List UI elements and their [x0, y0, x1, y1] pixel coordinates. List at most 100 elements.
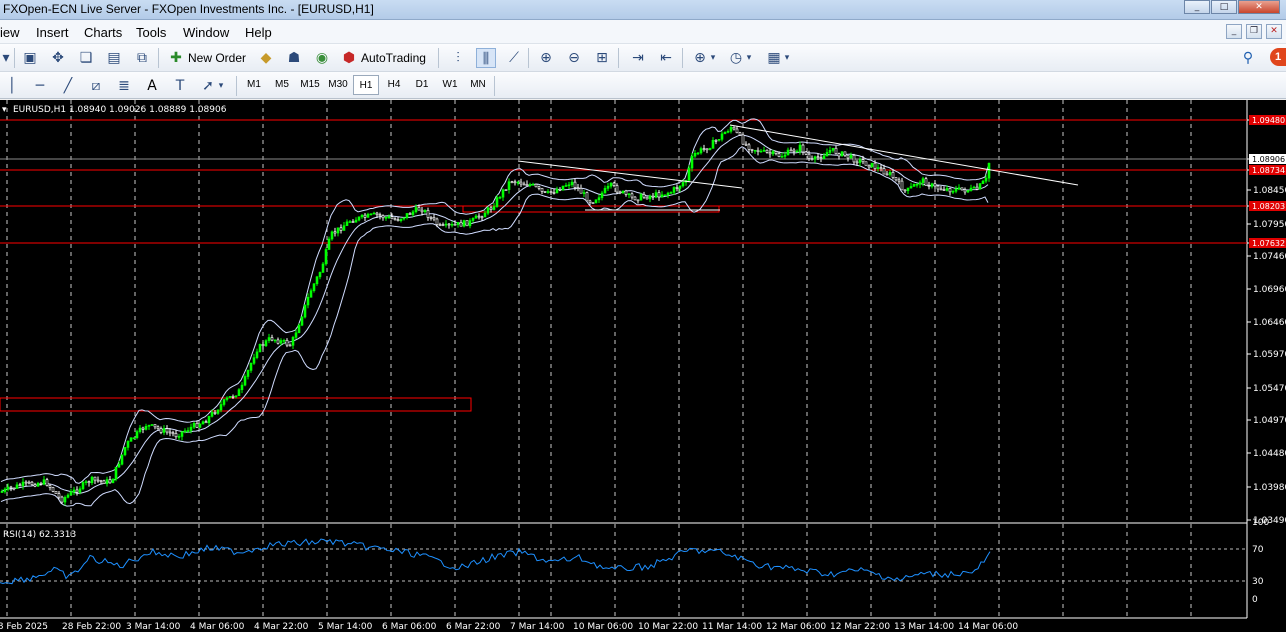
menu-window[interactable]: Window — [183, 25, 229, 40]
mdi-close-button[interactable]: ✕ — [1266, 24, 1282, 39]
candle-body — [771, 151, 775, 155]
menu-help[interactable]: Help — [245, 25, 272, 40]
candle-body — [735, 128, 739, 134]
menu-view[interactable]: iew — [0, 25, 20, 40]
candle-body — [804, 151, 808, 155]
menu-insert[interactable]: Insert — [36, 25, 69, 40]
fibonacci-icon[interactable]: ≣ — [114, 76, 134, 96]
candle-body — [12, 487, 16, 490]
periods-icon[interactable]: ◷ — [726, 48, 746, 68]
candle-body — [159, 428, 163, 433]
mdi-restore-button[interactable]: ❐ — [1246, 24, 1262, 39]
zoom-out-icon[interactable]: ⊖ — [564, 48, 584, 68]
candle-body — [966, 190, 970, 193]
close-button[interactable]: ✕ — [1238, 0, 1280, 14]
mdi-minimize-button[interactable]: _ — [1226, 24, 1242, 39]
profiles-icon[interactable]: ❏ — [76, 48, 96, 68]
timeframe-m15[interactable]: M15 — [297, 75, 323, 95]
candle-body — [696, 152, 700, 155]
chevron-down-icon[interactable]: ▾ — [216, 76, 226, 96]
notification-badge[interactable]: 1 — [1270, 48, 1286, 66]
timeframe-h4[interactable]: H4 — [381, 75, 407, 95]
tag-mid: 1.08734 — [1252, 166, 1285, 175]
timeframe-m1[interactable]: M1 — [241, 75, 267, 95]
text-tool-icon[interactable]: A — [142, 76, 162, 96]
new-order-icon[interactable]: ✚ — [166, 48, 186, 68]
tile-windows-icon[interactable]: ⊞ — [592, 48, 612, 68]
candle-body — [900, 180, 904, 191]
candle-body — [768, 152, 772, 155]
timeframe-m5[interactable]: M5 — [269, 75, 295, 95]
timeframe-h1[interactable]: H1 — [353, 75, 379, 95]
chart-shift-icon[interactable]: ⇤ — [656, 48, 676, 68]
candle-body — [204, 421, 208, 424]
candle-body — [483, 212, 487, 218]
text-label-icon[interactable]: T — [170, 76, 190, 96]
chevron-down-icon[interactable]: ▾ — [782, 48, 792, 68]
menu-tools[interactable]: Tools — [136, 25, 166, 40]
timeframe-m30[interactable]: M30 — [325, 75, 351, 95]
maximize-button[interactable]: □ — [1211, 0, 1237, 14]
chevron-down-icon[interactable]: ▾ — [708, 48, 718, 68]
candle-body — [318, 272, 322, 278]
candle-body — [192, 423, 196, 428]
chart-window[interactable]: ▾ EURUSD,H1 1.08940 1.09026 1.08889 1.08… — [0, 100, 1286, 632]
new-order-button[interactable]: New Order — [188, 51, 246, 65]
horizontal-line-icon[interactable]: ─ — [30, 76, 50, 96]
chevron-down-icon[interactable]: ▾ — [744, 48, 754, 68]
trendline-1[interactable] — [517, 160, 743, 189]
bar-chart-icon[interactable]: ⫶ — [448, 48, 468, 68]
candle-body — [921, 178, 925, 183]
menu-charts[interactable]: Charts — [84, 25, 122, 40]
price-chart[interactable]: ▾ EURUSD,H1 1.08940 1.09026 1.08889 1.08… — [0, 100, 1286, 632]
candle-body — [987, 162, 991, 179]
mdi-controls: _ ❐ ✕ — [1222, 24, 1282, 39]
candle-body — [564, 185, 568, 187]
candle-body — [21, 481, 25, 487]
terminal-icon[interactable]: ☗ — [284, 48, 304, 68]
zoom-in-icon[interactable]: ⊕ — [536, 48, 556, 68]
time-label: 3 Mar 14:00 — [126, 622, 181, 632]
candle-body — [885, 173, 889, 176]
candle-body — [363, 214, 367, 218]
tag-low: 1.07632 — [1252, 239, 1285, 248]
candle-body — [306, 297, 310, 306]
candle-body — [42, 479, 46, 485]
candle-body — [360, 214, 364, 218]
candle-body — [729, 126, 733, 132]
candle-body — [177, 436, 181, 438]
candle-body — [537, 186, 541, 189]
candle-body — [309, 290, 313, 298]
timeframe-d1[interactable]: D1 — [409, 75, 435, 95]
candle-body — [126, 441, 130, 448]
timeframe-mn[interactable]: MN — [465, 75, 491, 95]
autotrading-button[interactable]: AutoTrading — [361, 51, 426, 65]
navigator-icon[interactable]: ⧉ — [132, 48, 152, 68]
trendline-icon[interactable]: ╱ — [58, 76, 78, 96]
indicators-icon[interactable]: ⊕ — [690, 48, 710, 68]
arrows-icon[interactable]: ➚ — [198, 76, 218, 96]
history-center-icon[interactable]: ◆ — [256, 48, 276, 68]
minimize-button[interactable]: _ — [1184, 0, 1210, 14]
candle-body — [135, 431, 139, 439]
candle-body — [573, 181, 577, 188]
market-watch-icon[interactable]: ▤ — [104, 48, 124, 68]
candle-body — [276, 339, 280, 344]
signals-icon[interactable]: ◉ — [312, 48, 332, 68]
candlestick-icon[interactable]: ⫼ — [476, 48, 496, 68]
candle-body — [519, 181, 523, 185]
candle-body — [183, 430, 187, 433]
new-chart-icon[interactable]: ▣ — [20, 48, 40, 68]
crosshair-icon[interactable]: ✥ — [48, 48, 68, 68]
templates-icon[interactable]: ▦ — [764, 48, 784, 68]
timeframe-w1[interactable]: W1 — [437, 75, 463, 95]
line-chart-icon[interactable]: ⟋ — [504, 48, 524, 68]
channel-icon[interactable]: ⧄ — [86, 76, 106, 96]
candle-body — [384, 216, 388, 219]
candle-body — [48, 485, 52, 488]
autotrading-icon[interactable]: ⬢ — [339, 48, 359, 68]
vertical-line-icon[interactable]: │ — [2, 76, 22, 96]
candle-body — [504, 189, 508, 191]
auto-scroll-icon[interactable]: ⇥ — [628, 48, 648, 68]
search-icon[interactable]: ⚲ — [1238, 48, 1258, 68]
